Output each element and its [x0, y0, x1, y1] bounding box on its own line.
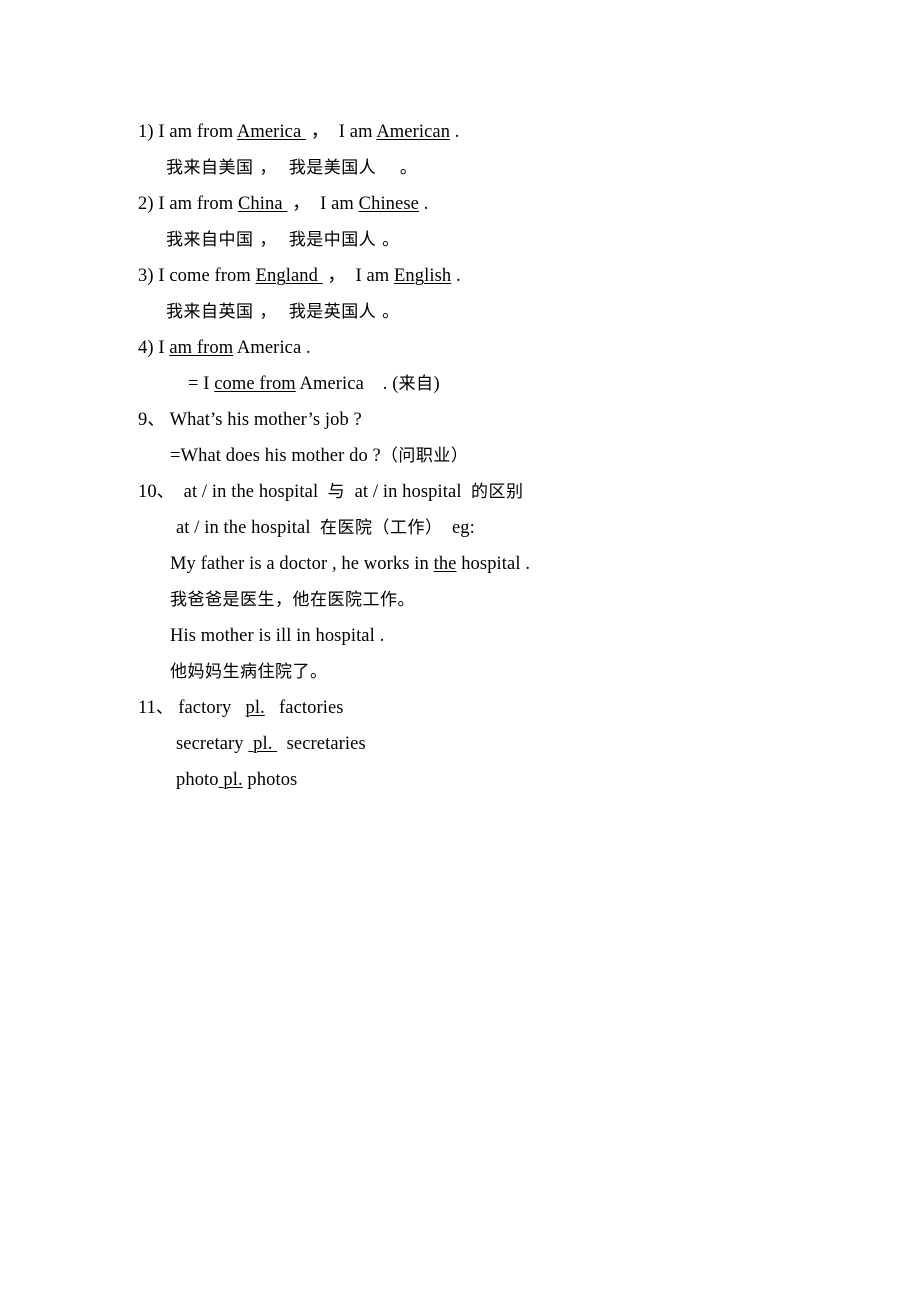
line-11-photo: photo pl. photos — [138, 762, 858, 798]
text-run: 1) I am from — [138, 122, 237, 142]
text-run: eg: — [442, 518, 475, 538]
document-page: 1) I am from America ， I am American . 我来… — [0, 0, 920, 1302]
underlined-text: Chinese — [358, 194, 419, 214]
line-2-zh: 我来自中国 ， 我是中国人 。 — [138, 222, 858, 258]
text-run: My father is a doctor , he works in — [170, 554, 434, 574]
text-run: 10 — [138, 482, 157, 502]
text-run: . — [450, 122, 460, 142]
line-4-equiv: = I come from America . (来自) — [138, 366, 858, 402]
line-10-example-1-zh: 我爸爸是医生，他在医院工作。 — [138, 582, 858, 618]
line-11-factory: 11、 factory pl. factories — [138, 690, 858, 726]
text-run: What’s his mother’s job ? — [164, 410, 362, 430]
underlined-text: American — [376, 122, 451, 142]
underlined-text: come from — [214, 374, 296, 394]
text-run: 我爸爸是医生，他在医院工作。 — [170, 590, 415, 610]
text-run: America . — [233, 338, 311, 358]
text-run: 、 — [147, 410, 165, 430]
text-run: 2) I am from — [138, 194, 238, 214]
underlined-text: English — [393, 266, 452, 286]
text-run: 11 — [138, 698, 157, 718]
line-10-example-1-en: My father is a doctor , he works in the … — [138, 546, 858, 582]
line-3-zh: 我来自英国 ， 我是英国人 。 — [138, 294, 858, 330]
text-run: . — [451, 266, 461, 286]
underlined-text: pl. — [218, 770, 243, 790]
line-2-en: 2) I am from China ， I am Chinese . — [138, 186, 858, 222]
line-4-en: 4) I am from America . — [138, 330, 858, 366]
notes-content: 1) I am from America ， I am American . 我来… — [138, 114, 858, 798]
text-run: America . ( — [295, 374, 399, 394]
text-run: 3) I come from — [138, 266, 256, 286]
text-run: photo — [176, 770, 219, 790]
text-run: at / in the hospital — [174, 482, 328, 502]
text-run: 与 — [327, 482, 346, 502]
text-run: = I — [188, 374, 215, 394]
text-run: （问职业） — [380, 446, 469, 466]
text-run: photos — [242, 770, 298, 790]
text-run: 我来自英国 ， 我是英国人 。 — [166, 302, 400, 322]
line-10-example-2-en: His mother is ill in hospital . — [138, 618, 858, 654]
text-run: ， I am — [322, 266, 394, 286]
underlined-text: pl. — [248, 734, 278, 754]
line-10-usage: at / in the hospital 在医院（工作） eg: — [138, 510, 858, 546]
text-run: secretary — [176, 734, 249, 754]
line-3-en: 3) I come from England ， I am English . — [138, 258, 858, 294]
text-run: ， I am — [287, 194, 359, 214]
text-run: factory — [173, 698, 246, 718]
line-1-zh: 我来自美国 ， 我是美国人 。 — [138, 150, 858, 186]
line-9-question: 9、 What’s his mother’s job ? — [138, 402, 858, 438]
text-run: 在医院（工作） — [320, 518, 443, 538]
underlined-text: America — [236, 122, 307, 142]
text-run: ， I am — [306, 122, 377, 142]
line-9-equiv: =What does his mother do ?（问职业） — [138, 438, 858, 474]
text-run: 4) I — [138, 338, 170, 358]
text-run: 9 — [138, 410, 148, 430]
underlined-text: am from — [169, 338, 234, 358]
text-run: 的区别 — [471, 482, 524, 502]
text-run: =What does his mother do ? — [170, 446, 381, 466]
text-run: 、 — [156, 698, 174, 718]
text-run: hospital . — [456, 554, 531, 574]
text-run: 我来自中国 ， 我是中国人 。 — [166, 230, 400, 250]
line-11-secretary: secretary pl. secretaries — [138, 726, 858, 762]
underlined-text: the — [433, 554, 457, 574]
underlined-text: China — [237, 194, 288, 214]
text-run: 、 — [156, 482, 175, 502]
text-run: . — [418, 194, 429, 214]
underlined-text: pl. — [245, 698, 265, 718]
line-1-en: 1) I am from America ， I am American . — [138, 114, 858, 150]
text-run: secretaries — [277, 734, 366, 754]
text-run: at / in the hospital — [176, 518, 321, 538]
line-10-example-2-zh: 他妈妈生病住院了。 — [138, 654, 858, 690]
text-run: at / in hospital — [345, 482, 472, 502]
text-run: factories — [264, 698, 344, 718]
line-10-heading: 10、 at / in the hospital 与 at / in hospi… — [138, 474, 858, 510]
text-run: 他妈妈生病住院了。 — [170, 662, 328, 682]
text-run: 我来自美国 ， 我是美国人 。 — [166, 158, 418, 178]
text-run: ) — [433, 374, 440, 394]
text-run: 来自 — [398, 374, 434, 394]
text-run: His mother is ill in hospital . — [170, 626, 385, 646]
underlined-text: England — [255, 266, 323, 286]
